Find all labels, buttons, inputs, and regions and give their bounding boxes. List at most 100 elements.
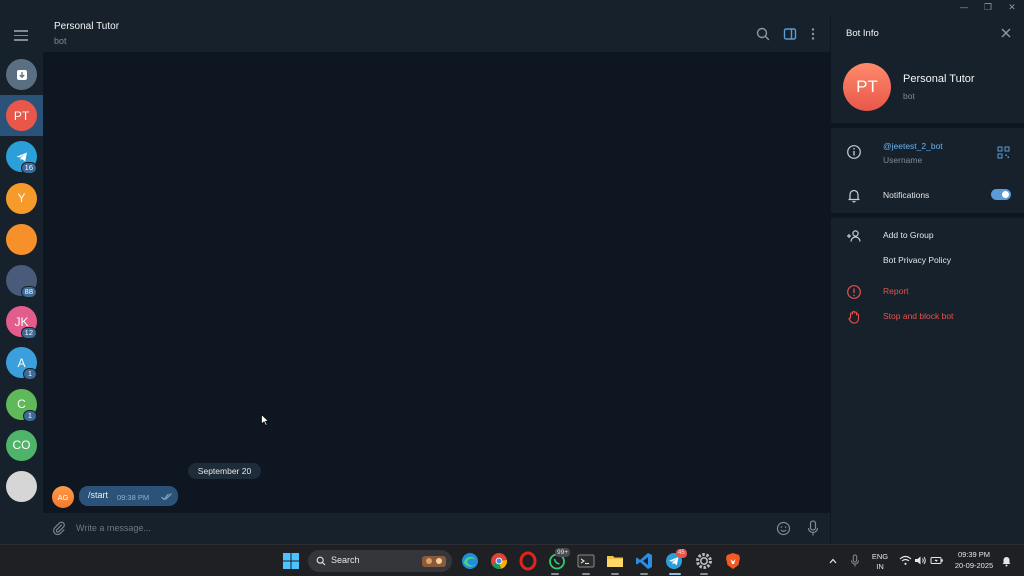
whatsapp-badge: 99+ (555, 548, 571, 557)
chat-avatar: Y (6, 182, 37, 214)
clock-date[interactable]: 20-09-2025 (951, 561, 997, 570)
date-separator: September 20 (188, 463, 261, 479)
menu-icon[interactable] (14, 30, 28, 41)
file-explorer-icon[interactable] (605, 551, 625, 571)
telegram-badge: 45 (676, 549, 687, 558)
unread-badge: 16 (20, 162, 37, 175)
chat-avatar: CO (6, 429, 37, 461)
attach-icon[interactable] (52, 521, 66, 535)
settings-icon[interactable] (694, 551, 714, 571)
panel-title: Bot Info (846, 28, 879, 39)
microphone-icon[interactable] (850, 554, 860, 568)
windows-taskbar: Search 99+ 45 ENG IN 09:39 PM 20-09-2025 (0, 544, 1024, 576)
search-highlight-icon (422, 556, 446, 567)
chat-subtitle: bot (54, 36, 67, 46)
taskbar-search[interactable]: Search (308, 550, 452, 572)
bell-icon (848, 189, 860, 203)
bot-username[interactable]: @jeetest_2_bot (883, 141, 943, 151)
divider (831, 213, 1024, 218)
message-bubble[interactable]: /start 09:38 PM (79, 486, 178, 506)
chat-header: Personal Tutor bot (43, 16, 830, 52)
chat-list: PT 16 Y 88 JK 12 A 1 C 1 CO (0, 16, 43, 544)
privacy-policy-link[interactable]: Bot Privacy Policy (883, 255, 951, 265)
chat-item-co[interactable]: CO (0, 425, 43, 466)
report-icon (847, 285, 861, 299)
chat-item-photo2[interactable] (0, 466, 43, 507)
close-button[interactable]: ✕ (1001, 1, 1023, 15)
unread-badge: 1 (23, 409, 37, 422)
chat-item-photo1[interactable]: 88 (0, 260, 43, 301)
message-time: 09:38 PM (117, 493, 150, 502)
close-icon[interactable] (999, 26, 1013, 40)
bot-info-panel: Bot Info PT Personal Tutor bot @jeetest_… (830, 16, 1024, 544)
message-input[interactable] (76, 519, 676, 537)
language-code[interactable]: ENG (869, 552, 891, 561)
running-indicator (551, 573, 559, 575)
notification-bell-icon[interactable] (1001, 555, 1012, 567)
search-label: Search (331, 555, 360, 565)
language-region[interactable]: IN (869, 562, 891, 571)
chevron-up-icon[interactable] (828, 556, 838, 566)
mouse-cursor-icon (261, 414, 269, 426)
volume-icon[interactable] (914, 555, 927, 566)
stop-hand-icon (848, 310, 860, 324)
chat-item-a[interactable]: A1 (0, 342, 43, 383)
edge-icon[interactable] (460, 551, 480, 571)
active-indicator (669, 573, 681, 575)
chat-item-y[interactable]: Y (0, 178, 43, 219)
archive-icon (16, 69, 27, 80)
unread-badge: 1 (23, 368, 37, 381)
running-indicator (611, 573, 619, 575)
qr-code-icon[interactable] (997, 146, 1010, 159)
chat-item-telegram[interactable]: 16 (0, 136, 43, 177)
add-user-icon (847, 230, 861, 242)
chat-avatar (6, 59, 37, 90)
bot-name: Personal Tutor (903, 73, 975, 85)
search-icon (316, 556, 326, 566)
sidebar-toggle-icon[interactable] (781, 25, 799, 43)
divider (831, 123, 1024, 128)
sender-avatar[interactable]: AG (52, 486, 74, 508)
opera-icon[interactable] (518, 551, 538, 571)
unread-badge: 88 (20, 286, 37, 298)
running-indicator (700, 573, 708, 575)
chat-item-pt[interactable]: PT (0, 95, 43, 137)
minimize-button[interactable]: — (953, 1, 975, 15)
chat-avatar: PT (6, 100, 37, 132)
add-to-group-button[interactable]: Add to Group (883, 230, 934, 240)
info-icon (847, 145, 861, 159)
chat-item-jk[interactable]: JK 12 (0, 301, 43, 342)
chat-item-archive[interactable] (0, 54, 43, 95)
composer (43, 513, 830, 544)
wifi-icon[interactable] (899, 555, 912, 566)
bot-avatar[interactable]: PT (843, 63, 891, 111)
chat-avatar (6, 471, 37, 502)
start-icon[interactable] (281, 551, 301, 571)
chat-avatar (6, 223, 37, 255)
battery-icon[interactable] (930, 555, 944, 566)
stop-block-button[interactable]: Stop and block bot (883, 311, 953, 321)
bot-subtitle: bot (903, 91, 915, 101)
clock-time[interactable]: 09:39 PM (951, 550, 997, 559)
maximize-button[interactable]: ❐ (977, 1, 999, 15)
search-icon[interactable] (754, 25, 772, 43)
chat-item-orange[interactable] (0, 219, 43, 260)
telegram-window: — ❐ ✕ PT 16 Y 88 JK 12 A 1 C 1 CO Personal Tutor b… (0, 0, 1024, 576)
unread-badge: 12 (20, 327, 37, 340)
microphone-icon[interactable] (806, 520, 820, 537)
more-options-icon[interactable] (804, 25, 822, 43)
emoji-icon[interactable] (776, 521, 791, 536)
chat-title[interactable]: Personal Tutor (54, 21, 119, 32)
username-label: Username (883, 155, 923, 165)
running-indicator (640, 573, 648, 575)
terminal-icon[interactable] (576, 551, 596, 571)
chrome-icon[interactable] (489, 551, 509, 571)
message-area: September 20 AG /start 09:38 PM (43, 52, 830, 513)
message-text: /start (88, 490, 109, 500)
vscode-icon[interactable] (634, 551, 654, 571)
brave-icon[interactable] (723, 551, 743, 571)
report-button[interactable]: Report (883, 286, 909, 296)
notifications-toggle[interactable] (991, 189, 1011, 200)
notifications-label: Notifications (883, 190, 930, 200)
chat-item-c[interactable]: C1 (0, 384, 43, 425)
